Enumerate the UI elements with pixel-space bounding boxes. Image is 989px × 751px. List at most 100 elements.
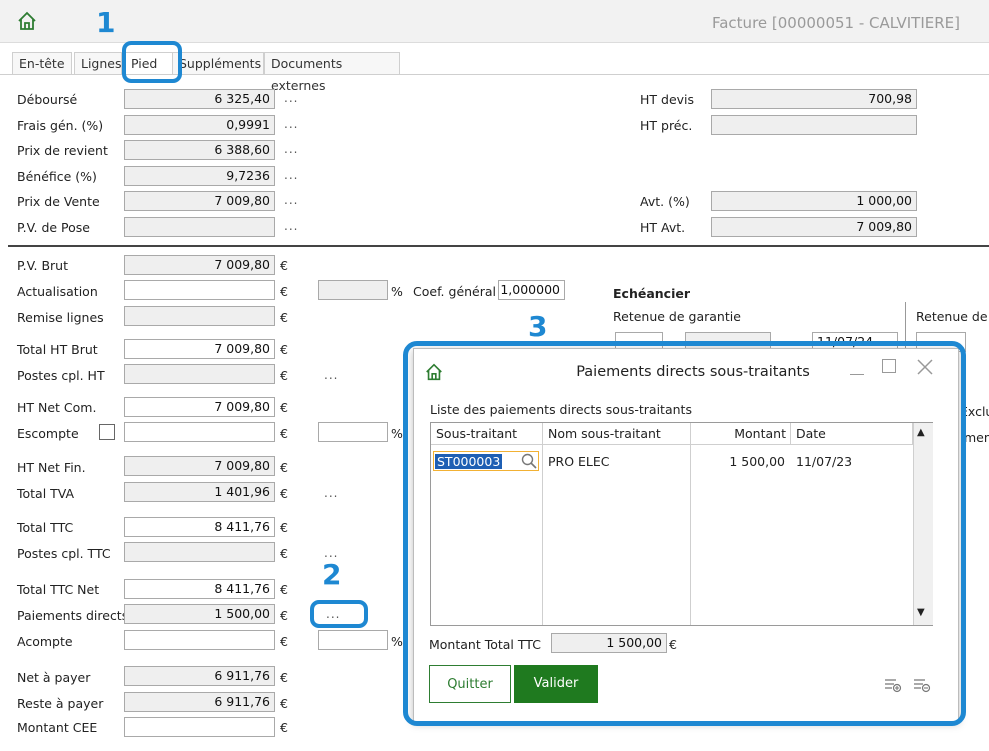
field-escompte[interactable] — [124, 422, 275, 442]
percent-symbol: % — [391, 426, 403, 441]
label-pv-brut: P.V. Brut — [17, 258, 68, 273]
euro-symbol: € — [280, 400, 288, 415]
field-remise-lignes[interactable] — [124, 306, 275, 326]
euro-symbol: € — [280, 284, 288, 299]
annotation-number-2: 2 — [322, 558, 342, 591]
euro-symbol: € — [280, 608, 288, 623]
euro-symbol: € — [280, 670, 288, 685]
euro-symbol: € — [280, 426, 288, 441]
field-total-ht-brut[interactable]: 7 009,80 — [124, 339, 275, 359]
label-net-a-payer: Net à payer — [17, 670, 91, 685]
field-actualisation[interactable] — [124, 280, 275, 300]
label-escompte: Escompte — [17, 426, 79, 441]
field-actualisation-percent[interactable] — [318, 280, 388, 300]
euro-symbol: € — [280, 546, 288, 561]
annotation-number-3: 3 — [528, 310, 548, 343]
field-total-ttc-net[interactable]: 8 411,76 — [124, 579, 275, 599]
field-montant-cee[interactable] — [124, 717, 275, 737]
field-ht-avt[interactable]: 7 009,80 — [711, 217, 917, 237]
label-frais-gen: Frais gén. (%) — [17, 118, 104, 133]
escompte-checkbox[interactable] — [99, 424, 115, 440]
euro-symbol: € — [280, 460, 288, 475]
field-ht-net-com[interactable]: 7 009,80 — [124, 397, 275, 417]
label-actualisation: Actualisation — [17, 284, 98, 299]
field-ht-prec[interactable] — [711, 115, 917, 135]
dots-button-benefice[interactable]: ... — [284, 168, 298, 182]
percent-symbol: % — [391, 284, 403, 299]
home-icon[interactable] — [16, 10, 38, 32]
dots-button-prix-vente[interactable]: ... — [284, 193, 298, 207]
label-benefice: Bénéfice (%) — [17, 169, 97, 184]
field-reste-a-payer[interactable]: 6 911,76 — [124, 692, 275, 712]
label-coef-general: Coef. général — [413, 284, 497, 299]
label-reste-a-payer: Reste à payer — [17, 696, 104, 711]
label-prix-vente: Prix de Vente — [17, 194, 100, 209]
label-acompte: Acompte — [17, 634, 73, 649]
label-retenue-garantie: Retenue de garantie — [613, 309, 741, 324]
label-retenue-right: Retenue de — [916, 309, 988, 324]
label-ht-devis: HT devis — [640, 92, 695, 107]
field-pv-pose[interactable] — [124, 217, 275, 237]
euro-symbol: € — [280, 486, 288, 501]
label-postes-cpl-ttc: Postes cpl. TTC — [17, 546, 111, 561]
label-paiement-partial: ment — [964, 430, 989, 445]
dots-button-frais-gen[interactable]: ... — [284, 117, 298, 131]
label-pv-pose: P.V. de Pose — [17, 220, 90, 235]
field-debourse[interactable]: 6 325,40 — [124, 89, 275, 109]
label-montant-cee: Montant CEE — [17, 720, 98, 735]
field-ht-net-fin[interactable]: 7 009,80 — [124, 456, 275, 476]
euro-symbol: € — [280, 696, 288, 711]
field-total-tva[interactable]: 1 401,96 — [124, 482, 275, 502]
label-total-ttc-net: Total TTC Net — [17, 582, 100, 597]
label-total-ttc: Total TTC — [17, 520, 74, 535]
euro-symbol: € — [280, 368, 288, 383]
tab-documents-externes[interactable]: Documents externes — [264, 52, 400, 93]
tab-en-tete[interactable]: En-tête — [12, 52, 72, 74]
field-frais-gen[interactable]: 0,9991 — [124, 115, 275, 135]
highlight-tab-pied — [122, 41, 182, 83]
highlight-paiements-dots — [310, 600, 368, 628]
field-net-a-payer[interactable]: 6 911,76 — [124, 666, 275, 686]
label-postes-cpl-ht: Postes cpl. HT — [17, 368, 105, 383]
dots-button-debourse[interactable]: ... — [284, 91, 298, 105]
tab-lignes[interactable]: Lignes — [74, 52, 122, 74]
label-total-ht-brut: Total HT Brut — [17, 342, 98, 357]
euro-symbol: € — [280, 342, 288, 357]
field-escompte-percent[interactable] — [318, 422, 388, 442]
field-ht-devis[interactable]: 700,98 — [711, 89, 917, 109]
highlight-dialog — [403, 341, 966, 726]
label-total-tva: Total TVA — [17, 486, 75, 501]
dots-button-prix-revient[interactable]: ... — [284, 142, 298, 156]
label-debourse: Déboursé — [17, 92, 78, 107]
tab-supplements[interactable]: Suppléments — [172, 52, 264, 74]
euro-symbol: € — [280, 520, 288, 535]
label-remise-lignes: Remise lignes — [17, 310, 104, 325]
section-separator — [8, 245, 989, 247]
field-avt[interactable]: 1 000,00 — [711, 191, 917, 211]
percent-symbol: % — [391, 634, 403, 649]
field-prix-revient[interactable]: 6 388,60 — [124, 140, 275, 160]
annotation-number-1: 1 — [96, 6, 116, 39]
window-title: Facture [00000051 - CALVITIERE] — [711, 14, 960, 32]
field-paiements-directs[interactable]: 1 500,00 — [124, 604, 275, 624]
label-ht-net-com: HT Net Com. — [17, 400, 97, 415]
field-prix-vente[interactable]: 7 009,80 — [124, 191, 275, 211]
field-coef-general[interactable]: 1,000000 — [498, 280, 565, 300]
label-ht-avt: HT Avt. — [640, 220, 686, 235]
field-pv-brut[interactable]: 7 009,80 — [124, 255, 275, 275]
field-postes-cpl-ttc[interactable] — [124, 542, 275, 562]
field-acompte-percent[interactable] — [318, 630, 388, 650]
label-paiements-directs: Paiements directs — [17, 608, 129, 623]
echeancier-title: Echéancier — [613, 286, 690, 301]
field-postes-cpl-ht[interactable] — [124, 364, 275, 384]
dots-button-postes-cpl-ht[interactable]: ... — [324, 368, 338, 382]
dots-button-total-tva[interactable]: ... — [324, 486, 338, 500]
label-prix-revient: Prix de revient — [17, 143, 108, 158]
euro-symbol: € — [280, 582, 288, 597]
euro-symbol: € — [280, 310, 288, 325]
field-total-ttc[interactable]: 8 411,76 — [124, 517, 275, 537]
field-benefice[interactable]: 9,7236 — [124, 166, 275, 186]
dots-button-pv-pose[interactable]: ... — [284, 219, 298, 233]
field-acompte[interactable] — [124, 630, 275, 650]
label-ht-net-fin: HT Net Fin. — [17, 460, 86, 475]
